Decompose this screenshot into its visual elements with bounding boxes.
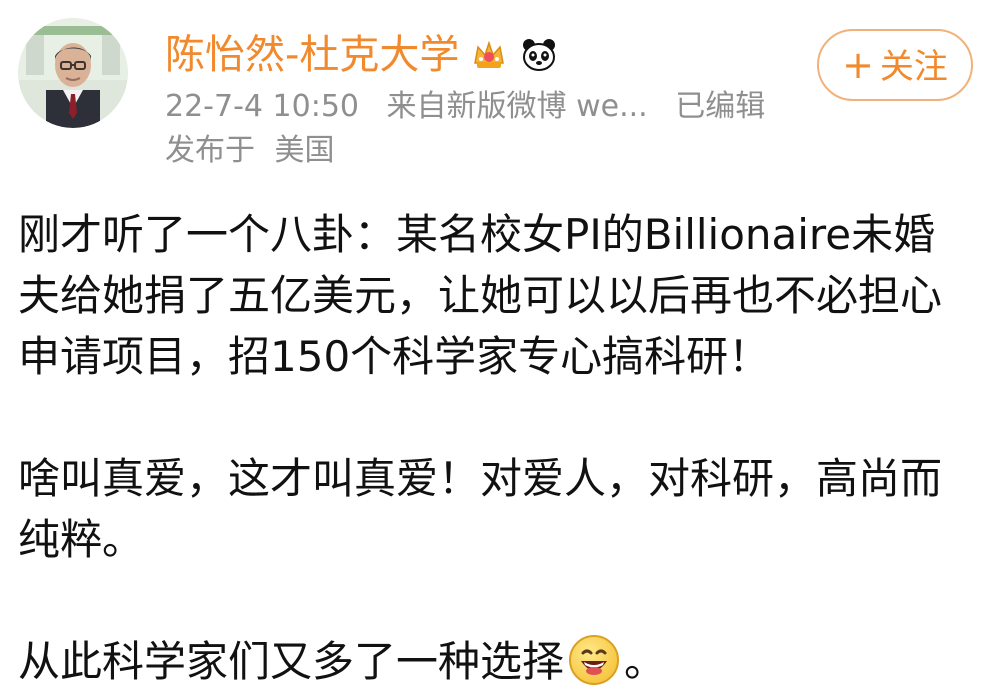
follow-label: 关注 [879, 47, 948, 87]
paragraph-3-text: 从此科学家们又多了一种选择 [18, 637, 565, 686]
plus-icon: + [842, 43, 874, 87]
paragraph-2-line-1: 啥叫真爱，这才叫真爱！对爱人，对科研，高尚而 [18, 454, 943, 503]
author-row: 陈怡然-杜克大学 [165, 31, 559, 79]
avatar-image [18, 18, 128, 128]
paragraph-3: 从此科学家们又多了一种选择 。 [18, 631, 973, 692]
avatar[interactable] [18, 18, 128, 128]
paragraph-1-line-1: 刚才听了一个八卦：某名校女PI的Billionaire未婚 [18, 210, 936, 259]
paragraph-1-line-3: 申请项目，招150个科学家专心搞科研！ [18, 332, 771, 381]
edited-label[interactable]: 已编辑 [675, 89, 765, 124]
paragraph-2-line-2: 纯粹。 [18, 515, 145, 564]
location-prefix: 发布于 [165, 133, 255, 168]
laughing-emoji-icon [568, 634, 620, 686]
post-time[interactable]: 22-7-4 10:50 [165, 89, 359, 124]
weibo-post: 陈怡然-杜克大学 22-7-4 10:50 来自新版微博 we... 已编辑 发… [0, 0, 991, 700]
paragraph-3-end: 。 [624, 637, 667, 686]
post-content: 刚才听了一个八卦：某名校女PI的Billionaire未婚 夫给她捐了五亿美元，… [18, 204, 973, 692]
author-name[interactable]: 陈怡然-杜克大学 [165, 31, 459, 79]
location-country: 美国 [274, 133, 335, 168]
panda-icon [519, 35, 559, 75]
paragraph-1-line-2: 夫给她捐了五亿美元，让她可以以后再也不必担心 [18, 271, 943, 320]
post-source[interactable]: 来自新版微博 we... [387, 89, 648, 124]
post-location: 发布于 美国 [165, 130, 335, 172]
follow-button[interactable]: + 关注 [817, 29, 973, 101]
post-meta: 22-7-4 10:50 来自新版微博 we... 已编辑 [165, 86, 765, 128]
crown-badge-icon [469, 35, 509, 75]
